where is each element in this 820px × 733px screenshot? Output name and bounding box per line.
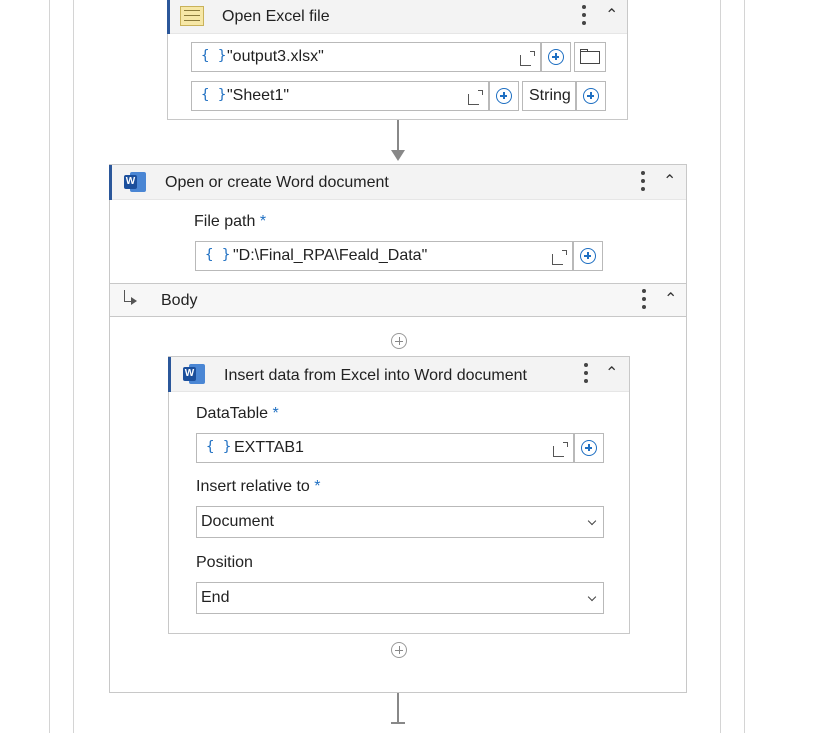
plus-icon (548, 49, 564, 65)
position-label: Position (196, 554, 253, 571)
activity-title: Insert data from Excel into Word documen… (224, 367, 527, 384)
expression-braces-icon: { } (206, 439, 232, 455)
open-excel-file-activity[interactable]: Open Excel file ⌃︎ { } "output3.xlsx" { … (167, 0, 628, 120)
type-value: String (529, 87, 571, 104)
connector-line (397, 693, 399, 723)
sheet-name-value: "Sheet1" (227, 87, 290, 104)
connector-arrowhead (391, 150, 405, 161)
excel-file-path-value: "output3.xlsx" (227, 48, 324, 65)
body-section-header[interactable]: Body ⌃︎ (110, 283, 686, 317)
word-file-path-value: "D:\Final_RPA\Feald_Data" (233, 247, 428, 264)
folder-icon (580, 51, 600, 64)
plus-icon (496, 88, 512, 104)
chevron-down-icon (587, 516, 597, 526)
outer-container-left-border (49, 0, 50, 733)
chevron-down-icon (587, 592, 597, 602)
excel-file-path-field[interactable]: { } "output3.xlsx" (191, 42, 541, 72)
connector-line (397, 120, 399, 152)
excel-file-icon (180, 6, 204, 26)
add-variable-button[interactable] (573, 241, 603, 271)
plus-icon (581, 440, 597, 456)
expression-braces-icon: { } (201, 87, 227, 103)
word-icon: W (124, 172, 146, 192)
more-options-icon[interactable] (582, 5, 586, 29)
add-activity-button[interactable] (391, 333, 407, 349)
type-selector[interactable]: String (522, 81, 576, 111)
insert-relative-dropdown[interactable]: Document (196, 506, 604, 538)
outer-container-right-border (744, 0, 745, 733)
datatable-value: EXTTAB1 (234, 439, 304, 456)
activity-header[interactable]: W Open or create Word document ⌃︎ (109, 165, 686, 200)
position-value: End (201, 589, 230, 606)
expand-editor-icon[interactable] (520, 51, 535, 66)
sheet-name-field[interactable]: { } "Sheet1" (191, 81, 489, 111)
add-variable-button[interactable] (489, 81, 519, 111)
datatable-field[interactable]: { } EXTTAB1 (196, 433, 574, 463)
more-options-icon[interactable] (641, 171, 645, 195)
word-icon: W (183, 364, 205, 384)
expand-editor-icon[interactable] (468, 90, 483, 105)
expression-braces-icon: { } (201, 48, 227, 64)
inner-container-right-border (720, 0, 721, 733)
activity-header[interactable]: W Insert data from Excel into Word docum… (168, 357, 629, 392)
insert-relative-value: Document (201, 513, 274, 530)
expression-braces-icon: { } (205, 247, 231, 263)
insert-relative-label: Insert relative to * (196, 478, 321, 495)
add-variable-button[interactable] (576, 81, 606, 111)
expand-editor-icon[interactable] (552, 250, 567, 265)
collapse-icon[interactable]: ⌃︎ (605, 366, 618, 382)
add-variable-button[interactable] (541, 42, 571, 72)
plus-icon (583, 88, 599, 104)
browse-folder-button[interactable] (574, 42, 606, 72)
datatable-label: DataTable * (196, 405, 279, 422)
more-options-icon[interactable] (642, 289, 646, 313)
collapse-icon[interactable]: ⌃︎ (605, 8, 618, 24)
body-title: Body (161, 292, 198, 309)
plus-icon (580, 248, 596, 264)
expand-editor-icon[interactable] (553, 442, 568, 457)
open-word-document-activity[interactable]: W Open or create Word document ⌃︎ File p… (109, 164, 687, 693)
add-activity-button[interactable] (391, 642, 407, 658)
collapse-icon[interactable]: ⌃︎ (664, 292, 677, 308)
more-options-icon[interactable] (584, 363, 588, 387)
inner-container-left-border (73, 0, 74, 733)
activity-title: Open Excel file (222, 8, 330, 25)
activity-title: Open or create Word document (165, 174, 389, 191)
file-path-label: File path * (194, 213, 267, 230)
add-variable-button[interactable] (574, 433, 604, 463)
activity-header[interactable]: Open Excel file ⌃︎ (167, 0, 627, 34)
connector-tick (391, 722, 405, 724)
collapse-icon[interactable]: ⌃︎ (663, 174, 676, 190)
word-file-path-field[interactable]: { } "D:\Final_RPA\Feald_Data" (195, 241, 573, 271)
insert-data-activity[interactable]: W Insert data from Excel into Word docum… (168, 356, 630, 634)
position-dropdown[interactable]: End (196, 582, 604, 614)
